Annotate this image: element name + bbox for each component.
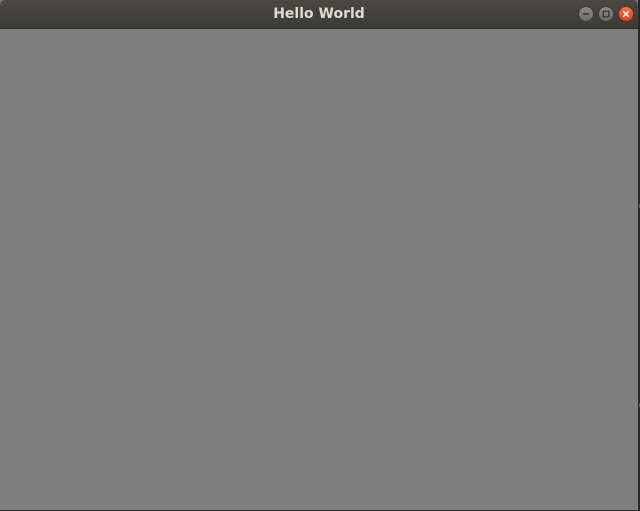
- maximize-icon: [602, 10, 610, 18]
- maximize-button[interactable]: [598, 6, 614, 22]
- close-button[interactable]: [618, 6, 634, 22]
- window-controls: [578, 6, 634, 22]
- app-window: Hello World: [0, 0, 638, 510]
- minimize-button[interactable]: [578, 6, 594, 22]
- window-content-area[interactable]: [0, 29, 638, 510]
- minimize-icon: [582, 10, 590, 18]
- close-icon: [622, 10, 630, 18]
- title-bar[interactable]: Hello World: [0, 0, 638, 29]
- window-title: Hello World: [273, 6, 365, 22]
